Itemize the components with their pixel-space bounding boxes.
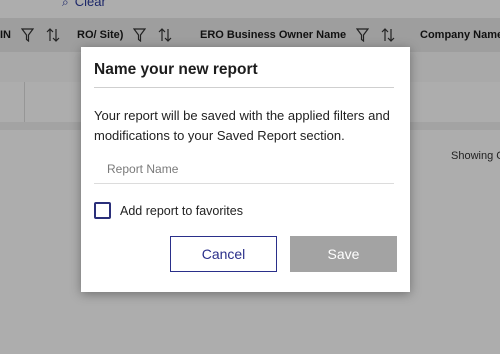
save-report-dialog: Name your new report Your report will be… (81, 47, 410, 292)
favorites-option[interactable]: Add report to favorites (94, 202, 243, 219)
cancel-button[interactable]: Cancel (170, 236, 277, 272)
dialog-title: Name your new report (94, 61, 258, 78)
favorites-checkbox[interactable] (94, 202, 111, 219)
favorites-checkbox-label: Add report to favorites (120, 203, 243, 218)
save-button[interactable]: Save (290, 236, 397, 272)
dialog-divider (94, 87, 394, 88)
dialog-description: Your report will be saved with the appli… (94, 108, 390, 143)
report-name-input[interactable] (94, 154, 394, 184)
